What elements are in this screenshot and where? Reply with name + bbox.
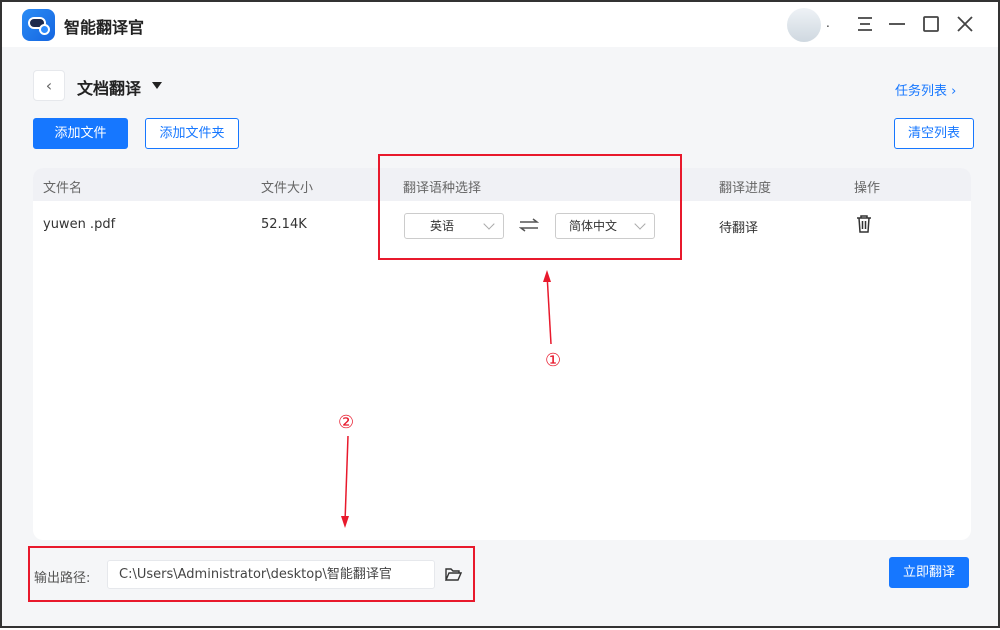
annotation-1: ① (545, 350, 562, 371)
arrow-2-head (341, 516, 349, 528)
annotation-2: ② (338, 412, 355, 433)
annotation-arrows (341, 270, 552, 528)
app-window: 智能翻译官 . ‹ 文档翻译 任务列表 › 添加文件 添加文件夹 清空列表 文件… (0, 0, 1000, 628)
arrow-1 (546, 273, 552, 345)
arrow-2 (344, 435, 349, 523)
arrow-1-head (543, 270, 551, 282)
